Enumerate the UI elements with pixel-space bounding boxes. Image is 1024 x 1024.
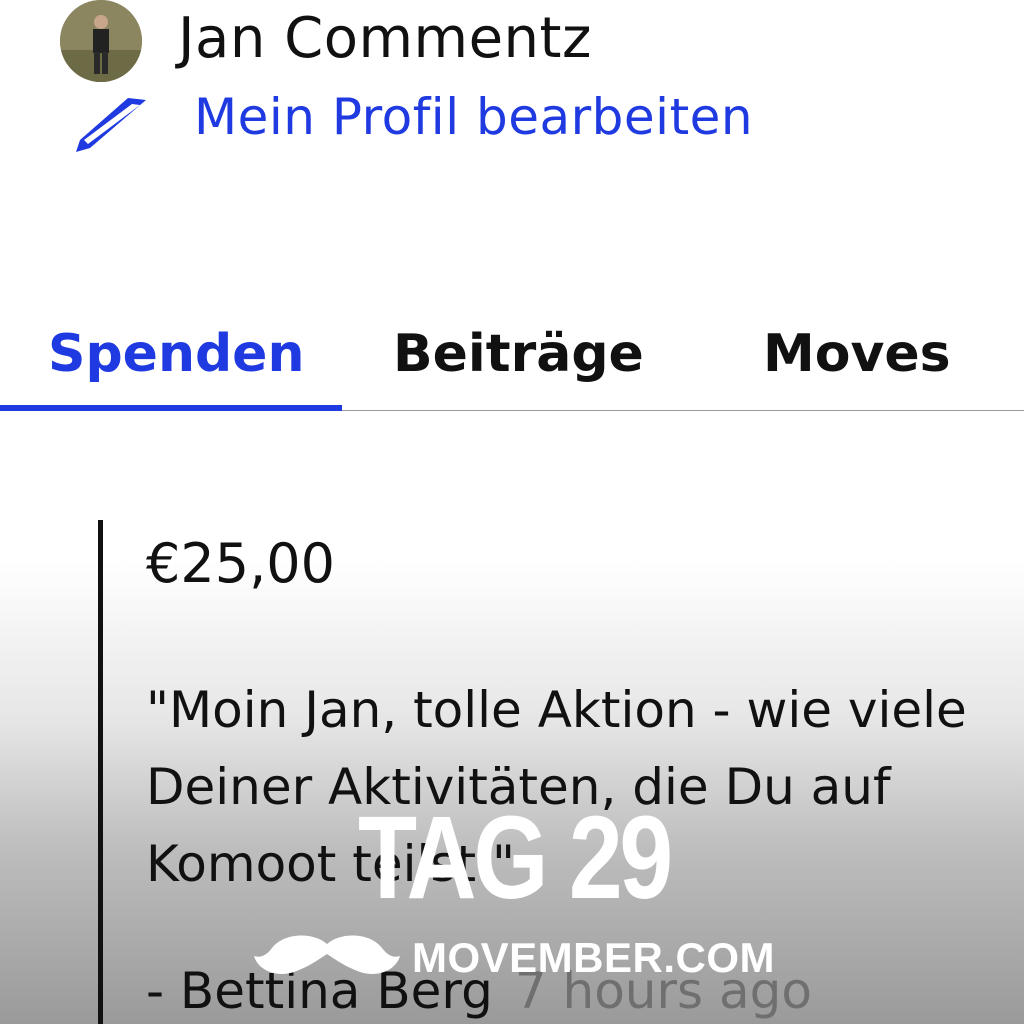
active-tab-indicator	[0, 405, 342, 411]
edit-profile-link[interactable]: Mein Profil bearbeiten	[194, 88, 753, 146]
tab-bar: Spenden Beiträge Moves	[0, 310, 1024, 411]
avatar[interactable]	[60, 0, 142, 82]
tab-beitraege[interactable]: Beiträge	[393, 324, 644, 384]
tab-spenden[interactable]: Spenden	[48, 324, 304, 384]
mustache-icon	[254, 935, 400, 975]
donation-divider	[98, 520, 103, 1024]
day-overlay: TAG 29	[358, 792, 673, 924]
brand-url: MOVEMBER.COM	[412, 934, 775, 981]
donation-amount: €25,00	[146, 532, 335, 595]
user-name: Jan Commentz	[178, 6, 592, 71]
pencil-icon[interactable]	[70, 96, 150, 158]
tab-moves[interactable]: Moves	[763, 324, 951, 384]
